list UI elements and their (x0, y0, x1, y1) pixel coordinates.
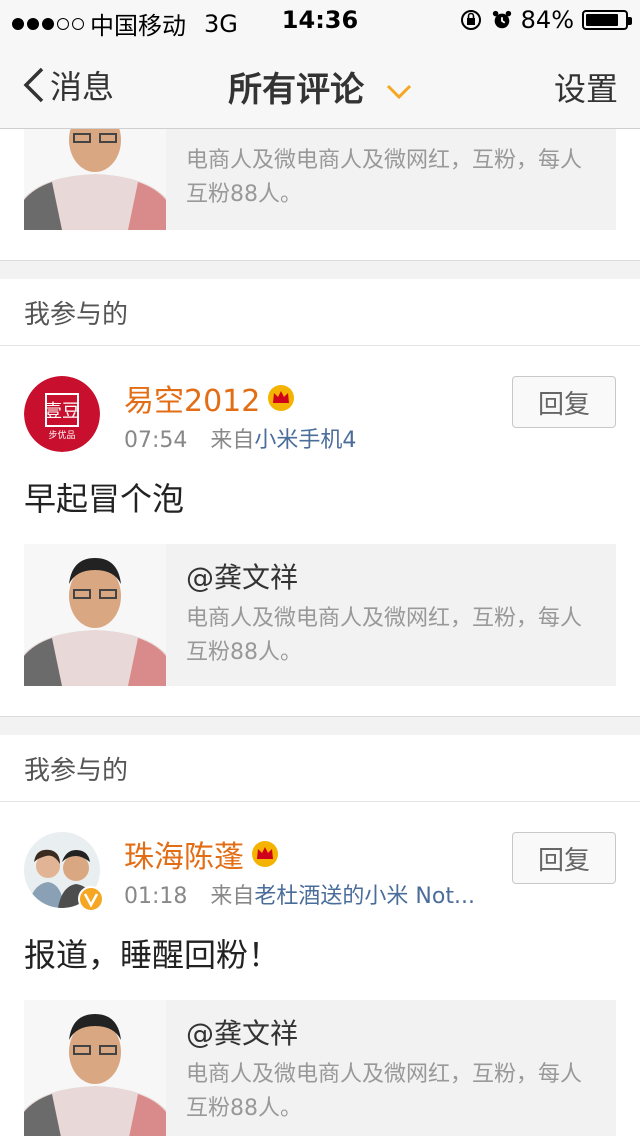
quote-avatar-image (24, 1000, 166, 1136)
quoted-post[interactable]: 电商人及微电商人及微网红，互粉，每人互粉88人。 (24, 128, 616, 230)
quoted-post[interactable]: @龚文祥 电商人及微电商人及微网红，互粉，每人互粉88人。 (24, 544, 616, 686)
chevron-down-icon (386, 84, 411, 99)
username-link[interactable]: 易空2012 (124, 376, 296, 420)
post-time: 01:18 (124, 884, 188, 909)
battery-fill (586, 14, 618, 26)
quote-title: @龚文祥 (186, 561, 299, 594)
nav-bar: 消息 所有评论 设置 (0, 40, 640, 129)
user-row: 珠海陈蓬 01:18 来自老杜酒送的小米 Not... 回复 (24, 802, 616, 918)
crown-icon (268, 385, 295, 411)
quoted-post[interactable]: @龚文祥 电商人及微电商人及微网红，互粉，每人互粉88人。 (24, 1000, 616, 1136)
comment-text: 早起冒个泡 (24, 480, 185, 518)
quote-description: 电商人及微电商人及微网红，互粉，每人互粉88人。 (186, 606, 583, 665)
section-divider (0, 260, 640, 279)
page-title: 所有评论 (228, 70, 365, 110)
list-item[interactable]: 壹豆 步优品 易空2012 07:54 来自小米手机4 回复 早起冒个泡 @龚文… (0, 346, 640, 716)
post-source[interactable]: 小米手机4 (254, 428, 356, 453)
quote-avatar-image (24, 128, 166, 230)
quote-body: @龚文祥 电商人及微电商人及微网红，互粉，每人互粉88人。 (166, 1000, 616, 1136)
list-item[interactable]: 珠海陈蓬 01:18 来自老杜酒送的小米 Not... 回复 报道，睡醒回粉！ (0, 802, 640, 1136)
status-bar: 中国移动 3G 14:36 84% (0, 0, 640, 40)
post-meta: 01:18 来自老杜酒送的小米 Not... (124, 878, 475, 910)
list-item[interactable]: 电商人及微电商人及微网红，互粉，每人互粉88人。 (0, 128, 640, 260)
post-time: 07:54 (124, 428, 188, 453)
battery-icon (582, 10, 632, 30)
avatar[interactable]: 壹豆 步优品 (24, 376, 100, 452)
avatar[interactable] (24, 832, 104, 912)
quote-title: @龚文祥 (186, 1017, 299, 1050)
verified-badge-icon (78, 886, 104, 912)
reply-button[interactable]: 回复 (512, 832, 616, 884)
comment-list[interactable]: 电商人及微电商人及微网红，互粉，每人互粉88人。 我参与的 壹豆 步优品 易空2… (0, 128, 640, 1136)
avatar-logo-text: 壹豆 (44, 401, 80, 422)
from-label: 来自 (210, 884, 255, 909)
status-right: 84% (459, 6, 632, 34)
section-header: 我参与的 (0, 735, 640, 802)
section-divider (0, 716, 640, 735)
avatar-logo-subtext: 步优品 (48, 429, 75, 441)
username: 珠海陈蓬 (124, 840, 244, 875)
settings-button[interactable]: 设置 (554, 64, 618, 110)
quote-description: 电商人及微电商人及微网红，互粉，每人互粉88人。 (186, 148, 583, 207)
alarm-icon (492, 10, 511, 29)
post-source[interactable]: 老杜酒送的小米 Not... (254, 884, 475, 909)
title-dropdown[interactable]: 所有评论 (0, 62, 640, 111)
user-row: 壹豆 步优品 易空2012 07:54 来自小米手机4 回复 (24, 346, 616, 462)
section-header: 我参与的 (0, 279, 640, 346)
from-label: 来自 (210, 428, 255, 453)
battery-percent: 84% (520, 6, 574, 34)
rotation-lock-icon (460, 10, 481, 30)
username: 易空2012 (124, 384, 261, 419)
reply-button[interactable]: 回复 (512, 376, 616, 428)
quote-body: 电商人及微电商人及微网红，互粉，每人互粉88人。 (166, 128, 616, 230)
comment-text: 报道，睡醒回粉！ (24, 936, 281, 974)
quote-description: 电商人及微电商人及微网红，互粉，每人互粉88人。 (186, 1062, 583, 1121)
quote-avatar-image (24, 544, 166, 686)
quote-body: @龚文祥 电商人及微电商人及微网红，互粉，每人互粉88人。 (166, 544, 616, 686)
post-meta: 07:54 来自小米手机4 (124, 422, 356, 454)
crown-icon (252, 841, 278, 867)
username-link[interactable]: 珠海陈蓬 (124, 832, 280, 876)
